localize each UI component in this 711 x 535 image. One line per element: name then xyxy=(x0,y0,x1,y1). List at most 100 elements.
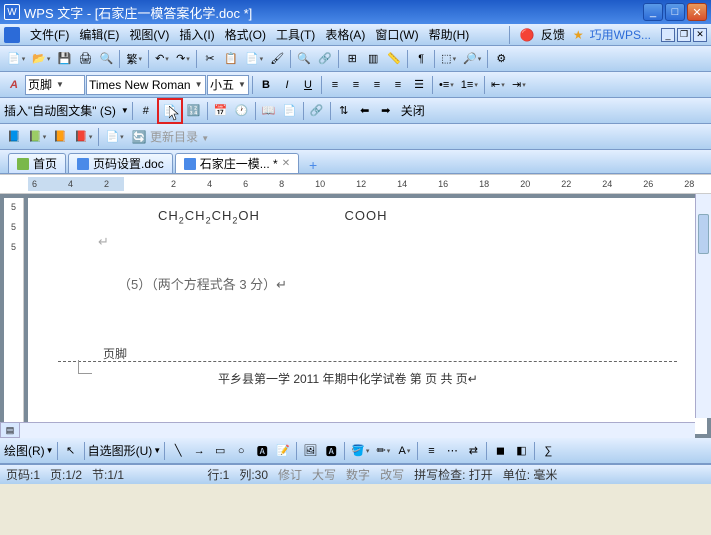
arrow-tool[interactable]: → xyxy=(189,441,209,461)
tab-home[interactable]: 首页 xyxy=(8,153,66,173)
status-unit[interactable]: 单位: 毫米 xyxy=(503,466,558,483)
menu-window[interactable]: 窗口(W) xyxy=(371,24,422,45)
equation-tool[interactable]: ∑ xyxy=(538,441,558,461)
font-select[interactable]: Times New Roman▼ xyxy=(86,75,206,95)
3d-tool[interactable]: ◧ xyxy=(511,441,531,461)
indent-dec[interactable]: ⇤ xyxy=(488,75,508,95)
columns-button[interactable]: ▥ xyxy=(363,49,383,69)
align-justify[interactable]: ≡ xyxy=(388,75,408,95)
line-tool[interactable]: ╲ xyxy=(168,441,188,461)
outline-insert[interactable]: 📄 xyxy=(102,127,126,147)
macro-button[interactable]: ⚙ xyxy=(491,49,511,69)
bullets-button[interactable]: •≡ xyxy=(436,75,457,95)
add-tab-button[interactable]: + xyxy=(305,157,321,173)
tab-doc2[interactable]: 石家庄一模... *✕ xyxy=(175,153,299,173)
insert-time[interactable]: 🕐 xyxy=(232,101,252,121)
close-button[interactable]: ✕ xyxy=(687,3,707,21)
link-button[interactable]: 🔗 xyxy=(315,49,335,69)
redo-button[interactable]: ↷ xyxy=(173,49,193,69)
align-center[interactable]: ≡ xyxy=(346,75,366,95)
line-style[interactable]: ≡ xyxy=(421,441,441,461)
show-next-button[interactable]: ➡ xyxy=(376,101,396,121)
styles-button[interactable]: A xyxy=(4,75,24,95)
menu-format[interactable]: 格式(O) xyxy=(221,24,270,45)
mdi-minimize[interactable]: _ xyxy=(661,28,675,42)
line-color[interactable]: ✏ xyxy=(373,441,393,461)
shadow-tool[interactable]: ◼ xyxy=(490,441,510,461)
outline-tool-3[interactable]: 📙 xyxy=(50,127,70,147)
dash-style[interactable]: ⋯ xyxy=(442,441,462,461)
copy-button[interactable]: 📋 xyxy=(221,49,241,69)
update-toc-button[interactable]: 🔄 更新目录 ▼ xyxy=(132,128,210,145)
draw-menu[interactable]: 绘图(R) xyxy=(4,442,45,459)
zoom-button[interactable]: 🔎 xyxy=(460,49,484,69)
outline-tool-4[interactable]: 📕 xyxy=(71,127,95,147)
textbox-tool[interactable]: 🅰 xyxy=(252,441,272,461)
align-left[interactable]: ≡ xyxy=(325,75,345,95)
align-right[interactable]: ≡ xyxy=(367,75,387,95)
close-hf-button[interactable]: 关闭 xyxy=(397,100,429,121)
view-normal[interactable]: ▤ xyxy=(0,422,20,438)
horizontal-scrollbar[interactable] xyxy=(20,422,695,438)
menu-help[interactable]: 帮助(H) xyxy=(425,24,474,45)
select-button[interactable]: ⬚ xyxy=(438,49,459,69)
indent-inc[interactable]: ⇥ xyxy=(509,75,529,95)
minimize-button[interactable]: _ xyxy=(643,3,663,21)
outline-tool-2[interactable]: 📗 xyxy=(25,127,49,147)
oval-tool[interactable]: ○ xyxy=(231,441,251,461)
autotext-label[interactable]: 插入"自动图文集" (S) xyxy=(4,102,116,119)
tip-link[interactable]: 巧用WPS... xyxy=(586,24,655,45)
footer-area[interactable]: 平乡县第一学 2011 年期中化学试卷 第 页 共 页↵ xyxy=(58,361,677,387)
ruler-button[interactable]: 📏 xyxy=(384,49,404,69)
insert-pages-count[interactable]: 📄 xyxy=(160,101,180,121)
numbering-button[interactable]: 1≡ xyxy=(458,75,481,95)
undo-button[interactable]: ↶ xyxy=(152,49,172,69)
find-button[interactable]: 🔍 xyxy=(294,49,314,69)
underline-button[interactable]: U xyxy=(298,75,318,95)
print-button[interactable]: 🖨 xyxy=(75,49,95,69)
autoshapes-menu[interactable]: 自选图形(U) xyxy=(88,442,153,459)
open-button[interactable]: 📂 xyxy=(29,49,53,69)
insert-date[interactable]: 📅 xyxy=(211,101,231,121)
show-hide-text[interactable]: 📄 xyxy=(280,101,300,121)
status-over[interactable]: 改写 xyxy=(380,466,404,483)
format-page-number[interactable]: 🔢 xyxy=(184,101,204,121)
show-prev-button[interactable]: ⬅ xyxy=(355,101,375,121)
menu-table[interactable]: 表格(A) xyxy=(321,24,369,45)
fill-color[interactable]: 🪣 xyxy=(348,441,372,461)
status-caps[interactable]: 大写 xyxy=(312,466,336,483)
tab-doc1[interactable]: 页码设置.doc xyxy=(68,153,173,173)
switch-hf-button[interactable]: ⇅ xyxy=(334,101,354,121)
horizontal-ruler[interactable]: 64224681012141618202224262830323436 xyxy=(0,174,711,194)
paste-button[interactable]: 📄 xyxy=(242,49,266,69)
vtextbox-tool[interactable]: 📝 xyxy=(273,441,293,461)
insert-page-number[interactable]: # xyxy=(136,101,156,121)
font-color[interactable]: A xyxy=(394,441,414,461)
format-painter[interactable]: 🖌 xyxy=(267,49,287,69)
insert-pic[interactable]: 🖼 xyxy=(300,441,320,461)
mdi-close[interactable]: ✕ xyxy=(693,28,707,42)
outline-tool-1[interactable]: 📘 xyxy=(4,127,24,147)
vertical-scrollbar[interactable] xyxy=(695,194,711,418)
distributed[interactable]: ☰ xyxy=(409,75,429,95)
mdi-restore[interactable]: ❐ xyxy=(677,28,691,42)
feedback-link[interactable]: 反馈 xyxy=(537,24,569,45)
bold-button[interactable]: B xyxy=(256,75,276,95)
menu-view[interactable]: 视图(V) xyxy=(125,24,173,45)
status-spell[interactable]: 拼写检查: 打开 xyxy=(414,466,493,483)
status-track[interactable]: 修订 xyxy=(278,466,302,483)
toggle-para[interactable]: ¶ xyxy=(411,49,431,69)
rect-tool[interactable]: ▭ xyxy=(210,441,230,461)
menu-edit[interactable]: 编辑(E) xyxy=(75,24,123,45)
vertical-ruler[interactable]: 555 xyxy=(4,198,24,434)
size-select[interactable]: 小五▼ xyxy=(207,75,249,95)
wps-icon[interactable] xyxy=(4,27,20,43)
arrow-style[interactable]: ⇄ xyxy=(463,441,483,461)
page-content[interactable]: CH2CH2CH2OH COOH ↵ （5）（两个方程式各 3 分）↵ 页脚 平… xyxy=(28,198,707,434)
wordart-tool[interactable]: 🅰 xyxy=(321,441,341,461)
link-prev-button[interactable]: 🔗 xyxy=(307,101,327,121)
lang-button[interactable]: 繁 xyxy=(123,49,145,69)
tab-close-icon[interactable]: ✕ xyxy=(282,158,290,169)
maximize-button[interactable]: □ xyxy=(665,3,685,21)
menu-insert[interactable]: 插入(I) xyxy=(175,24,218,45)
